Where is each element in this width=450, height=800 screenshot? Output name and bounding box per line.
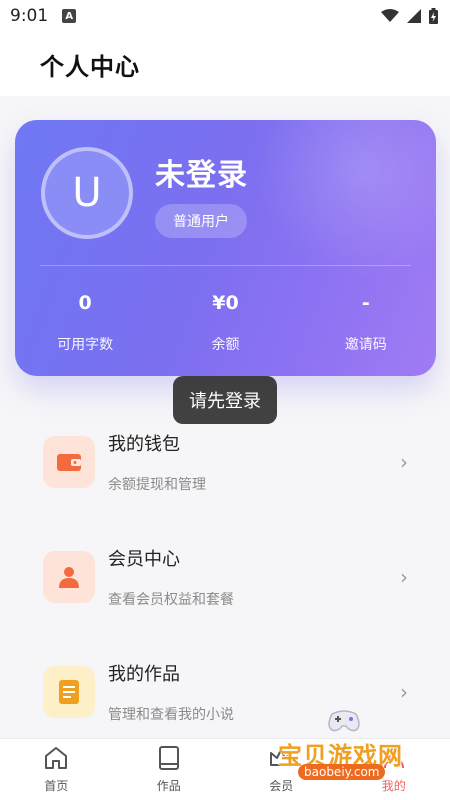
stat-value: - bbox=[361, 292, 370, 314]
stat-balance[interactable]: ¥0 余额 bbox=[155, 288, 295, 358]
nav-item-home[interactable]: 首页 bbox=[0, 739, 113, 800]
stat-value: 0 bbox=[78, 292, 92, 314]
nav-label: 首页 bbox=[44, 779, 69, 793]
stat-label: 余额 bbox=[211, 337, 240, 353]
stat-label: 可用字数 bbox=[57, 337, 114, 353]
status-bar: 9:01 A bbox=[0, 0, 450, 32]
menu-text: 我的钱包 余额提现和管理 bbox=[108, 430, 206, 494]
card-divider bbox=[40, 265, 411, 266]
wallet-icon bbox=[43, 435, 95, 488]
login-toast: 请先登录 bbox=[173, 376, 277, 424]
menu-title: 我的钱包 bbox=[108, 433, 180, 455]
menu-text: 会员中心 查看会员权益和套餐 bbox=[108, 545, 234, 609]
gamepad-icon bbox=[328, 710, 360, 732]
nav-label: 作品 bbox=[156, 779, 181, 793]
stat-invite-code[interactable]: - 邀请码 bbox=[296, 288, 436, 358]
page-title: 个人中心 bbox=[40, 52, 140, 81]
user-type-badge: 普通用户 bbox=[155, 204, 247, 238]
user-icon bbox=[43, 550, 95, 603]
book-icon bbox=[43, 665, 95, 718]
menu-subtitle: 余额提现和管理 bbox=[108, 476, 206, 493]
chevron-right-icon: › bbox=[400, 449, 408, 474]
status-a-badge: A bbox=[62, 9, 77, 23]
menu-subtitle: 查看会员权益和套餐 bbox=[108, 591, 234, 608]
watermark: 宝贝游戏网 baobeiy.com bbox=[276, 706, 426, 786]
stat-label: 邀请码 bbox=[344, 337, 387, 353]
status-time: 9:01 bbox=[10, 6, 49, 26]
menu-text: 我的作品 管理和查看我的小说 bbox=[108, 660, 234, 724]
menu-item-membership[interactable]: 会员中心 查看会员权益和套餐 › bbox=[0, 519, 450, 634]
stats-row: 0 可用字数 ¥0 余额 - 邀请码 bbox=[15, 288, 436, 358]
chevron-right-icon: › bbox=[400, 564, 408, 589]
book-outline-icon bbox=[158, 746, 179, 770]
battery-icon bbox=[429, 8, 438, 24]
nav-item-works[interactable]: 作品 bbox=[113, 739, 226, 800]
menu-title: 我的作品 bbox=[108, 663, 180, 685]
username[interactable]: 未登录 bbox=[155, 150, 248, 194]
profile-card[interactable]: U 未登录 普通用户 0 可用字数 ¥0 余额 - 邀请码 bbox=[15, 120, 436, 376]
menu-subtitle: 管理和查看我的小说 bbox=[108, 706, 234, 723]
home-icon bbox=[45, 747, 68, 769]
card-glow bbox=[256, 120, 436, 280]
signal-icon bbox=[407, 9, 421, 23]
stat-available-words[interactable]: 0 可用字数 bbox=[15, 288, 155, 358]
menu-title: 会员中心 bbox=[108, 548, 180, 570]
stat-value: ¥0 bbox=[212, 292, 239, 314]
avatar[interactable]: U bbox=[41, 147, 133, 239]
chevron-right-icon: › bbox=[400, 679, 408, 704]
status-right bbox=[381, 8, 438, 24]
watermark-url: baobeiy.com bbox=[298, 764, 386, 780]
menu-list: 我的钱包 余额提现和管理 › 会员中心 查看会员权益和套餐 › 我的作品 管理和… bbox=[0, 404, 450, 749]
status-left: 9:01 A bbox=[10, 6, 77, 26]
wifi-icon bbox=[381, 9, 399, 22]
header: 个人中心 bbox=[0, 32, 450, 96]
